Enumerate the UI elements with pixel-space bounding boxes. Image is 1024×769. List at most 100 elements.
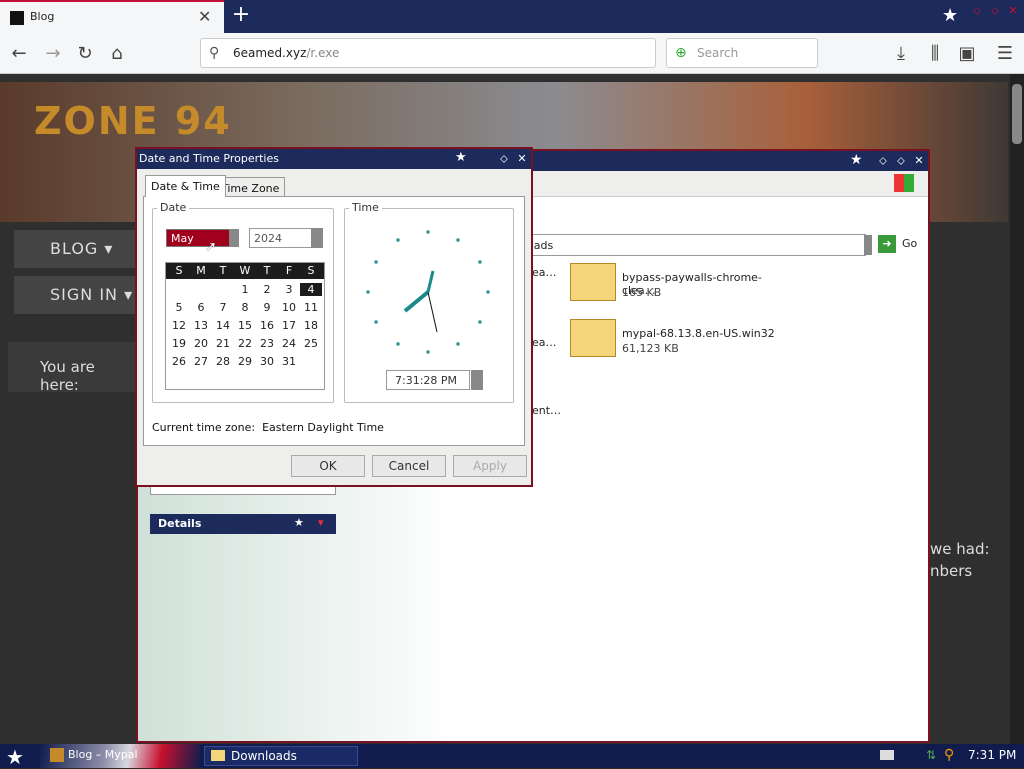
calendar-day[interactable]: 4 bbox=[300, 283, 322, 296]
site-logo[interactable]: ZONE 94 bbox=[34, 99, 232, 143]
start-star-icon[interactable]: ★ bbox=[6, 745, 24, 769]
new-tab-button[interactable]: + bbox=[228, 3, 254, 29]
calendar-day[interactable]: 13 bbox=[190, 319, 212, 332]
calendar-day[interactable]: 7 bbox=[212, 301, 234, 314]
calendar-day[interactable]: 16 bbox=[256, 319, 278, 332]
details-label: Details bbox=[158, 517, 202, 530]
calendar-day[interactable]: 28 bbox=[212, 355, 234, 368]
sidebar-icon[interactable]: ▣ bbox=[954, 41, 980, 67]
file-fragment-2[interactable]: ea… bbox=[532, 336, 557, 349]
maximize-icon[interactable]: ⬦ bbox=[988, 4, 1002, 18]
hour-hand bbox=[403, 290, 430, 313]
chevron-down-icon[interactable]: ▾ bbox=[318, 516, 324, 529]
reload-icon[interactable]: ↻ bbox=[72, 41, 98, 67]
month-select[interactable]: May bbox=[166, 229, 230, 247]
nav-signin[interactable]: SIGN IN ▾ bbox=[14, 276, 136, 314]
library-icon[interactable]: ⫼ bbox=[922, 41, 948, 67]
page-scrollbar[interactable] bbox=[1010, 74, 1024, 744]
calendar-day[interactable]: 23 bbox=[256, 337, 278, 350]
calendar-day[interactable]: 18 bbox=[300, 319, 322, 332]
date-group-label: Date bbox=[157, 201, 190, 214]
address-bar[interactable]: oads bbox=[498, 234, 866, 256]
minimize-icon[interactable]: ⬦ bbox=[876, 154, 890, 168]
calendar-day[interactable]: 30 bbox=[256, 355, 278, 368]
calendar-day[interactable]: 22 bbox=[234, 337, 256, 350]
clock-tick bbox=[374, 260, 378, 264]
calendar-day[interactable]: 17 bbox=[278, 319, 300, 332]
clock-tick bbox=[426, 230, 430, 234]
calendar-day[interactable]: 26 bbox=[168, 355, 190, 368]
calendar-day[interactable]: 3 bbox=[278, 283, 300, 296]
search-input[interactable]: ⊕ Search bbox=[666, 38, 818, 68]
nav-blog[interactable]: BLOG ▾ bbox=[14, 230, 136, 268]
calendar-day[interactable]: 6 bbox=[190, 301, 212, 314]
calendar-day[interactable]: 27 bbox=[190, 355, 212, 368]
scrollbar-thumb[interactable] bbox=[1012, 84, 1022, 144]
details-panel-header[interactable]: Details ★ ▾ bbox=[150, 514, 336, 534]
close-icon[interactable]: ✕ bbox=[515, 152, 529, 166]
calendar-day[interactable]: 25 bbox=[300, 337, 322, 350]
time-group-label: Time bbox=[349, 201, 382, 214]
task-label: Blog – Mypal bbox=[68, 748, 138, 761]
clock-tick bbox=[426, 350, 430, 354]
year-spinner[interactable]: 2024 bbox=[249, 228, 313, 248]
keyboard-icon[interactable] bbox=[880, 750, 894, 760]
tab-date-time[interactable]: Date & Time bbox=[145, 175, 226, 197]
calendar-day[interactable]: 1 bbox=[234, 283, 256, 296]
calendar-day[interactable]: 2 bbox=[256, 283, 278, 296]
weekday-label: T bbox=[219, 264, 227, 277]
calendar-day[interactable]: 9 bbox=[256, 301, 278, 314]
mouse-cursor-icon: ➚ bbox=[205, 239, 217, 255]
clock-tick bbox=[486, 290, 490, 294]
search-tray-icon[interactable]: ⚲ bbox=[944, 747, 954, 763]
file-item[interactable]: mypal-68.13.8.en-US.win32 61,123 KB bbox=[570, 319, 790, 363]
calendar-day[interactable]: 12 bbox=[168, 319, 190, 332]
back-arrow-icon[interactable]: ← bbox=[6, 41, 32, 67]
calendar-day[interactable]: 20 bbox=[190, 337, 212, 350]
taskbar-downloads[interactable]: Downloads bbox=[204, 746, 358, 766]
month-dropdown-button[interactable] bbox=[229, 229, 239, 247]
go-button[interactable]: ➜ Go bbox=[878, 235, 917, 255]
network-icon[interactable]: ⇅ bbox=[926, 748, 936, 762]
caret-down-icon: ▾ bbox=[124, 285, 134, 304]
maximize-icon[interactable]: ⬦ bbox=[894, 154, 908, 168]
calendar-day[interactable]: 11 bbox=[300, 301, 322, 314]
forward-arrow-icon[interactable]: → bbox=[40, 41, 66, 67]
star-icon: ★ bbox=[942, 5, 959, 26]
menu-icon[interactable]: ☰ bbox=[992, 41, 1018, 67]
file-fragment-3[interactable]: ent… bbox=[532, 404, 561, 417]
file-item[interactable]: bypass-paywalls-chrome-clea… 165 KB bbox=[570, 263, 790, 307]
clock-tick bbox=[374, 320, 378, 324]
home-icon[interactable]: ⌂ bbox=[104, 41, 130, 67]
year-spin-buttons[interactable] bbox=[311, 228, 323, 248]
address-dropdown-button[interactable] bbox=[864, 235, 872, 255]
calendar-day[interactable]: 8 bbox=[234, 301, 256, 314]
calendar-day[interactable]: 19 bbox=[168, 337, 190, 350]
close-tab-icon[interactable]: ✕ bbox=[198, 7, 211, 26]
apply-button[interactable]: Apply bbox=[453, 455, 527, 477]
close-icon[interactable]: ✕ bbox=[912, 154, 926, 168]
time-input[interactable]: 7:31:28 PM bbox=[386, 370, 470, 390]
calendar-day[interactable]: 14 bbox=[212, 319, 234, 332]
clock-face bbox=[366, 230, 490, 354]
file-fragment-1[interactable]: ea… bbox=[532, 266, 557, 279]
minimize-icon[interactable]: ⬦ bbox=[970, 4, 984, 18]
calendar-day[interactable]: 5 bbox=[168, 301, 190, 314]
taskbar-clock[interactable]: 7:31 PM bbox=[968, 748, 1016, 762]
calendar-day[interactable]: 21 bbox=[212, 337, 234, 350]
calendar-day[interactable]: 31 bbox=[278, 355, 300, 368]
cancel-button[interactable]: Cancel bbox=[372, 455, 446, 477]
calendar-day[interactable]: 29 bbox=[234, 355, 256, 368]
close-window-icon[interactable]: ✕ bbox=[1006, 4, 1020, 18]
time-spin-buttons[interactable] bbox=[471, 370, 483, 390]
download-icon[interactable]: ⤓ bbox=[888, 41, 914, 67]
ok-button[interactable]: OK bbox=[291, 455, 365, 477]
calendar-day[interactable]: 15 bbox=[234, 319, 256, 332]
browser-tab[interactable]: Blog ✕ bbox=[0, 0, 224, 33]
zip-folder-icon bbox=[570, 319, 616, 357]
help-icon[interactable]: ⬦ bbox=[497, 152, 511, 166]
calendar-day[interactable]: 24 bbox=[278, 337, 300, 350]
taskbar-task[interactable]: Blog – Mypal bbox=[40, 744, 200, 768]
calendar-day[interactable]: 10 bbox=[278, 301, 300, 314]
url-bar[interactable]: ⚲ 6eamed.xyz/r.exe bbox=[200, 38, 656, 68]
